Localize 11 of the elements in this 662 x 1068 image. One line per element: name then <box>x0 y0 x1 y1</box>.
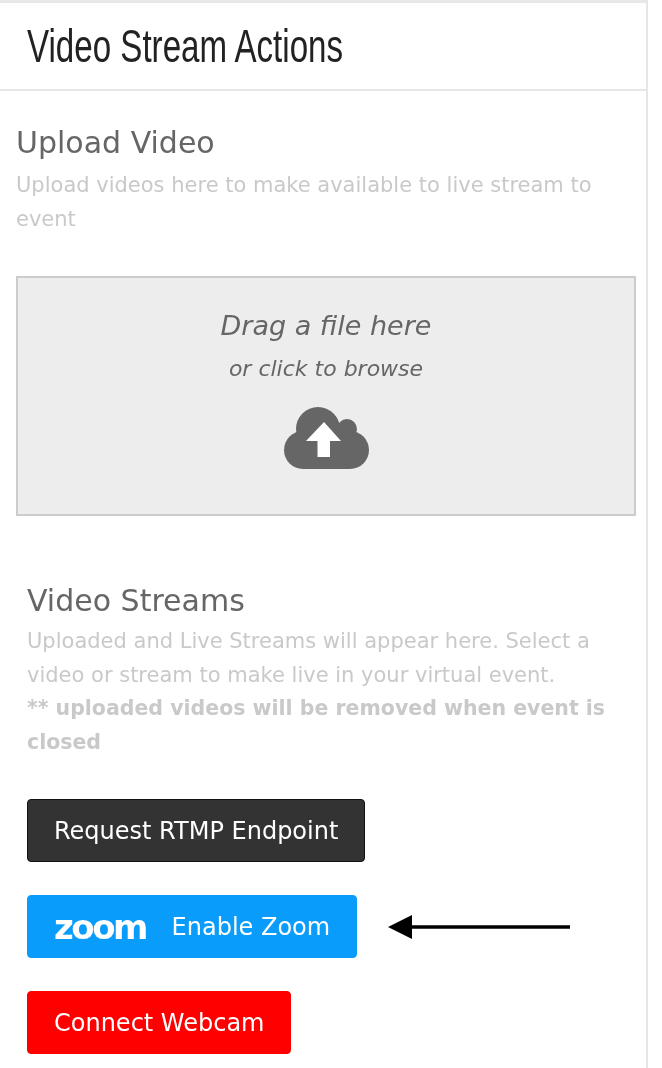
brand-logo: zoom <box>54 906 146 947</box>
cloud-upload-icon <box>283 407 369 469</box>
drop-title: Drag a file here <box>220 309 432 343</box>
panel-title: Video Stream Actions <box>27 20 344 72</box>
enable-zoom-button[interactable]: zoom Enable Zoom <box>27 895 358 958</box>
rtmp-endpoint-button[interactable]: Request RTMP Endpoint <box>27 799 366 862</box>
section-heading: Video Streams <box>27 583 246 619</box>
connect-webcam-button[interactable]: Connect Webcam <box>27 991 292 1054</box>
file-drop-zone[interactable]: Drag a file here or click to browse <box>16 276 636 516</box>
section-heading: Upload Video <box>16 125 216 161</box>
drop-hint: or click to browse <box>228 355 424 383</box>
